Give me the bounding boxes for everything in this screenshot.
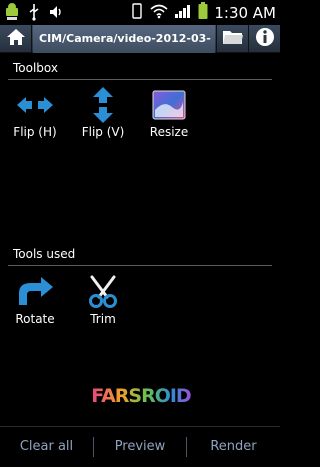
tool-label: Resize (149, 125, 189, 139)
tool-label: Flip (H) (13, 125, 57, 139)
tool-label: Rotate (15, 312, 55, 326)
volume-icon (48, 4, 64, 24)
signal-icon (174, 3, 192, 23)
info-button[interactable] (248, 25, 280, 53)
android-debug-icon (4, 3, 20, 25)
bottom-action-bar: Clear all Preview Render (0, 426, 280, 467)
tool-resize[interactable]: Resize (137, 87, 201, 139)
clear-all-button[interactable]: Clear all (0, 426, 93, 467)
open-folder-button[interactable] (216, 25, 248, 53)
tools-used-heading: Tools used (13, 247, 76, 261)
tools-used-divider (8, 265, 272, 266)
toolbox-header: Toolbox (0, 58, 280, 80)
home-icon (6, 28, 26, 50)
flip-horizontal-icon (3, 87, 67, 123)
title-bar: CIM/Camera/video-2012-03- (0, 25, 280, 53)
toolbox-divider (8, 79, 272, 80)
rotate-icon (3, 274, 67, 310)
status-time: 1:30 AM (214, 4, 276, 22)
vibrate-icon (130, 3, 144, 23)
wifi-icon (150, 3, 168, 23)
toolbox-heading: Toolbox (13, 61, 58, 75)
tool-label: Trim (90, 312, 116, 326)
folder-icon (222, 28, 244, 50)
tool-rotate[interactable]: Rotate (3, 274, 67, 326)
preview-button[interactable]: Preview (94, 426, 186, 467)
tool-flip-h[interactable]: Flip (H) (3, 87, 67, 139)
battery-icon (198, 2, 208, 24)
scissors-icon (71, 274, 135, 310)
info-icon (255, 27, 275, 51)
render-button[interactable]: Render (187, 426, 280, 467)
logo-text: FARSROID (91, 385, 191, 407)
tools-used-header: Tools used (0, 244, 280, 266)
usb-icon (28, 3, 40, 25)
current-path[interactable]: CIM/Camera/video-2012-03- (33, 25, 215, 53)
tool-label: Flip (V) (81, 125, 125, 139)
home-button[interactable] (0, 25, 32, 53)
tool-trim[interactable]: Trim (71, 274, 135, 326)
flip-vertical-icon (71, 87, 135, 123)
farsroid-logo: FARSROID (86, 383, 196, 407)
tool-flip-v[interactable]: Flip (V) (71, 87, 135, 139)
resize-icon (137, 87, 201, 123)
status-bar: 1:30 AM (0, 0, 280, 25)
